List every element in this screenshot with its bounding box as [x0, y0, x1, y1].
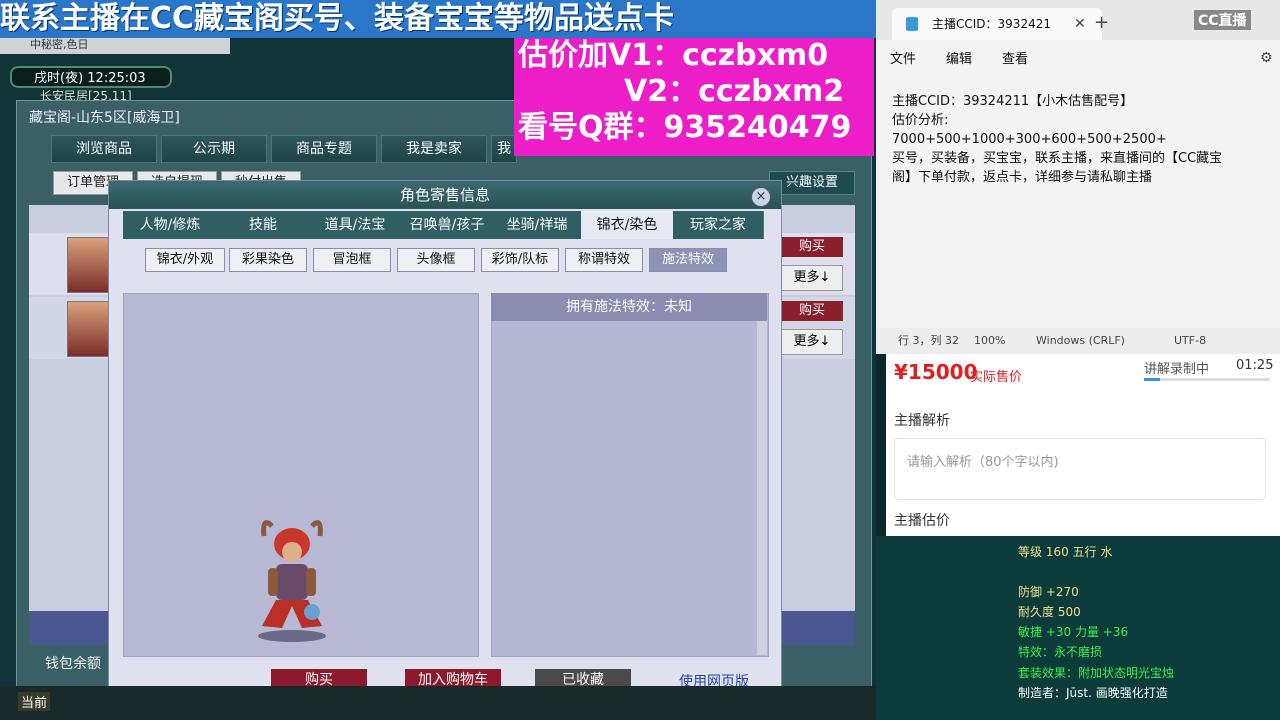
subtab-bubble[interactable]: 冒泡框: [313, 248, 391, 272]
recording-time: 01:25: [1236, 358, 1274, 373]
cbg-title: 藏宝阁-山东5区[威海卫]: [29, 110, 180, 126]
role-sale-dialog: 角色寄售信息 × 人物/修炼 技能 道具/法宝 召唤兽/孩子 坐骑/祥瑞 锦衣/…: [108, 180, 782, 700]
tooltip-line: 特效：永不磨损: [1018, 645, 1103, 659]
promo-text: 联系主播在CC藏宝阁买号、装备宝宝等物品送点卡: [0, 1, 675, 36]
nav-tab-topics[interactable]: 商品专题: [271, 135, 377, 163]
subtab-avatar-frame[interactable]: 头像框: [397, 248, 475, 272]
contact-v2: V2：cczbxm2: [624, 74, 845, 109]
clock-text: 戌时(夜) 12:25:03: [34, 71, 146, 86]
text-line: 7000+500+1000+300+600+500+2500+: [892, 132, 1167, 147]
more-button[interactable]: 更多↓: [781, 265, 843, 291]
recording-label: 讲解录制中: [1144, 362, 1210, 377]
estimate-title: 主播估价: [894, 513, 950, 529]
tab-outfit[interactable]: 锦衣/染色: [581, 211, 674, 239]
zoom-level: 100%: [974, 334, 1006, 347]
tab-items[interactable]: 道具/法宝: [309, 211, 402, 239]
notepad-tab-title: 主播CCID：3932421: [932, 17, 1051, 31]
tab-home[interactable]: 玩家之家: [673, 211, 764, 239]
close-icon[interactable]: ✕: [1074, 16, 1086, 32]
channel-label[interactable]: 当前: [18, 692, 51, 711]
file-icon: [906, 17, 918, 31]
notepad-content[interactable]: 主播CCID：39324211【小木估售配号】 估价分析: 7000+500+1…: [892, 92, 1272, 187]
price: ¥15000: [894, 360, 978, 384]
text-line: 估价分析:: [892, 113, 949, 128]
status-bar: 行 3，列 32 100% Windows (CRLF) UTF-8: [876, 328, 1280, 354]
text-line: 买号，买装备，买宝宝，联系主播，来直播间的【CC藏宝: [892, 151, 1223, 166]
buy-button[interactable]: 购买: [781, 301, 843, 321]
notepad-tabbar: 主播CCID：3932421 ✕ + CC直播: [876, 0, 1280, 40]
cc-logo: CC直播: [1194, 10, 1251, 30]
cursor-pos: 行 3，列 32: [898, 334, 959, 347]
notepad-window: 主播CCID：3932421 ✕ + CC直播 文件 编辑 查看 ⚙ 主播CCI…: [876, 0, 1280, 354]
price-label: 实际售价: [970, 370, 1023, 385]
analysis-input[interactable]: 请输入解析（80个字以内): [894, 438, 1266, 500]
close-icon[interactable]: ×: [751, 187, 771, 207]
analysis-title: 主播解析: [894, 413, 950, 429]
cast-effect-header: 拥有施法特效：未知: [491, 293, 767, 321]
line-ending: Windows (CRLF): [1036, 334, 1125, 347]
avatar: [67, 237, 113, 293]
nav-tab-browse[interactable]: 浏览商品: [51, 135, 157, 163]
text-line: 阁】下单付款，返点卡，详细参与请私聊主播: [892, 170, 1153, 185]
game-tab-title: 中秘密,色日: [30, 38, 89, 51]
cc-panel: ¥15000 实际售价 讲解录制中 01:25 主播解析 请输入解析（80个字以…: [886, 354, 1280, 540]
cast-effect-list: [491, 293, 769, 657]
recording-progress-fill: [1144, 378, 1160, 381]
game-tab[interactable]: 中秘密,色日: [0, 36, 230, 54]
tooltip-line: 敏捷 +30 力量 +36: [1018, 625, 1129, 639]
menu-edit[interactable]: 编辑: [946, 48, 972, 67]
tooltip-line: 等级 160 五行 水: [1018, 545, 1113, 559]
subtab-title-effect[interactable]: 称谓特效: [565, 248, 643, 272]
dialog-title: 角色寄售信息: [109, 181, 781, 209]
tab-skills[interactable]: 技能: [217, 211, 310, 239]
tooltip-line: 防御 +270: [1018, 585, 1079, 599]
gear-icon[interactable]: ⚙: [1260, 50, 1273, 66]
contact-v1: 估价加V1：cczbxm0: [518, 38, 829, 73]
subtab-outfit[interactable]: 锦衣/外观: [145, 248, 225, 272]
tooltip-line: 耐久度 500: [1018, 605, 1081, 619]
character-preview: [123, 293, 479, 657]
contact-banner: 估价加V1：cczbxm0 V2：cczbxm2 看号Q群：935240479: [514, 38, 874, 156]
menu-view[interactable]: 查看: [1002, 48, 1028, 67]
buy-button[interactable]: 购买: [781, 237, 843, 257]
nav-tab-public[interactable]: 公示期: [161, 135, 267, 163]
subtab-dye[interactable]: 彩果染色: [229, 248, 307, 272]
game-clock: 戌时(夜) 12:25:03: [10, 66, 172, 88]
tab-character[interactable]: 人物/修炼: [123, 211, 218, 239]
subtab-team-mark[interactable]: 彩饰/队标: [481, 248, 559, 272]
contact-qq: 看号Q群：935240479: [518, 110, 852, 145]
item-tooltip: 等级 160 五行 水 防御 +270 耐久度 500 敏捷 +30 力量 +3…: [876, 536, 1280, 720]
nav-tab-seller[interactable]: 我是卖家: [381, 135, 487, 163]
menu-file[interactable]: 文件: [890, 48, 916, 67]
game-bottom-bar: 当前: [0, 686, 876, 720]
more-button[interactable]: 更多↓: [781, 329, 843, 355]
encoding: UTF-8: [1174, 334, 1207, 347]
new-tab-button[interactable]: +: [1094, 12, 1109, 33]
text-line: 主播CCID：39324211【小木估售配号】: [892, 94, 1134, 109]
tab-pets[interactable]: 召唤兽/孩子: [401, 211, 494, 239]
avatar: [67, 301, 113, 357]
subtab-cast-effect[interactable]: 施法特效: [649, 248, 727, 272]
notepad-tab[interactable]: 主播CCID：3932421: [892, 8, 1102, 40]
tooltip-line: 套装效果：附加状态明光宝烛: [1018, 666, 1175, 680]
character-figure: [258, 520, 326, 642]
promo-banner: 联系主播在CC藏宝阁买号、装备宝宝等物品送点卡: [0, 0, 876, 38]
wallet-label: 钱包余额: [45, 656, 101, 672]
tooltip-line: 制造者：Jūst. 画晚强化打造: [1018, 686, 1168, 700]
scrollbar[interactable]: [757, 321, 767, 655]
tab-mounts[interactable]: 坐骑/祥瑞: [493, 211, 582, 239]
recording-progress: [1144, 378, 1270, 381]
